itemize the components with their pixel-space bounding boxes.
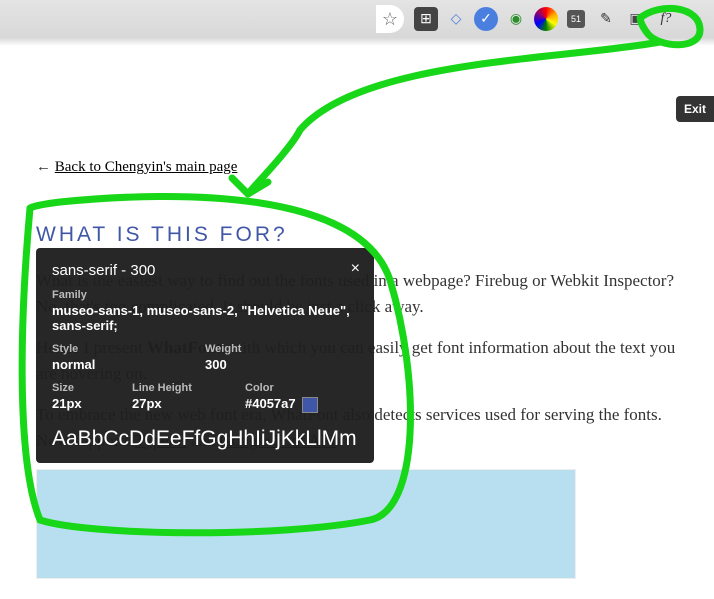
family-value: museo-sans-1, museo-sans-2, "Helvetica N…	[52, 303, 358, 333]
screenshot-image	[36, 469, 576, 579]
panel-close-button[interactable]: ×	[351, 260, 360, 278]
omnibox-right-edge: ☆	[376, 5, 404, 33]
style-value: normal	[52, 357, 205, 372]
family-label: Family	[52, 289, 358, 301]
ext-icon-5[interactable]	[534, 7, 558, 31]
ext-icon-3[interactable]: ✓	[474, 7, 498, 31]
ext-badge-icon[interactable]: 51	[564, 7, 588, 31]
ext-icon-6[interactable]: ✎	[594, 7, 618, 31]
section-heading: WHAT IS THIS FOR?	[36, 219, 678, 251]
style-label: Style	[52, 343, 205, 355]
size-value: 21px	[52, 396, 132, 411]
weight-label: Weight	[205, 343, 358, 355]
ext-icon-4[interactable]: ◉	[504, 7, 528, 31]
whatfont-exit-button[interactable]: Exit	[676, 96, 714, 122]
ext-icon-7[interactable]: ▣	[624, 7, 648, 31]
color-swatch	[302, 397, 318, 413]
panel-title: sans-serif - 300	[52, 262, 358, 279]
color-value: #4057a7	[245, 396, 358, 413]
whatfont-panel[interactable]: sans-serif - 300 × Family museo-sans-1, …	[36, 248, 374, 463]
extensions-puzzle-icon[interactable]: ✦	[684, 7, 708, 31]
color-label: Color	[245, 382, 358, 394]
size-label: Size	[52, 382, 132, 394]
back-arrow-icon: ←	[36, 159, 51, 175]
ext-icon-1[interactable]: ⊞	[414, 7, 438, 31]
lineheight-label: Line Height	[132, 382, 245, 394]
star-icon[interactable]: ☆	[378, 7, 402, 31]
ext-icon-2[interactable]: ◇	[444, 7, 468, 31]
back-link[interactable]: Back to Chengyin's main page	[55, 159, 238, 175]
browser-toolbar: ☆ ⊞ ◇ ✓ ◉ 51 ✎ ▣ f? ✦	[0, 0, 714, 38]
weight-value: 300	[205, 357, 358, 372]
lineheight-value: 27px	[132, 396, 245, 411]
back-link-row: ← Back to Chengyin's main page	[36, 156, 678, 179]
font-sample: AaBbCcDdEeFfGgHhIiJjKkLlMmNnOoPpQq	[52, 427, 358, 451]
whatfont-extension-icon[interactable]: f?	[654, 7, 678, 31]
toolbar-shadow	[0, 38, 714, 46]
